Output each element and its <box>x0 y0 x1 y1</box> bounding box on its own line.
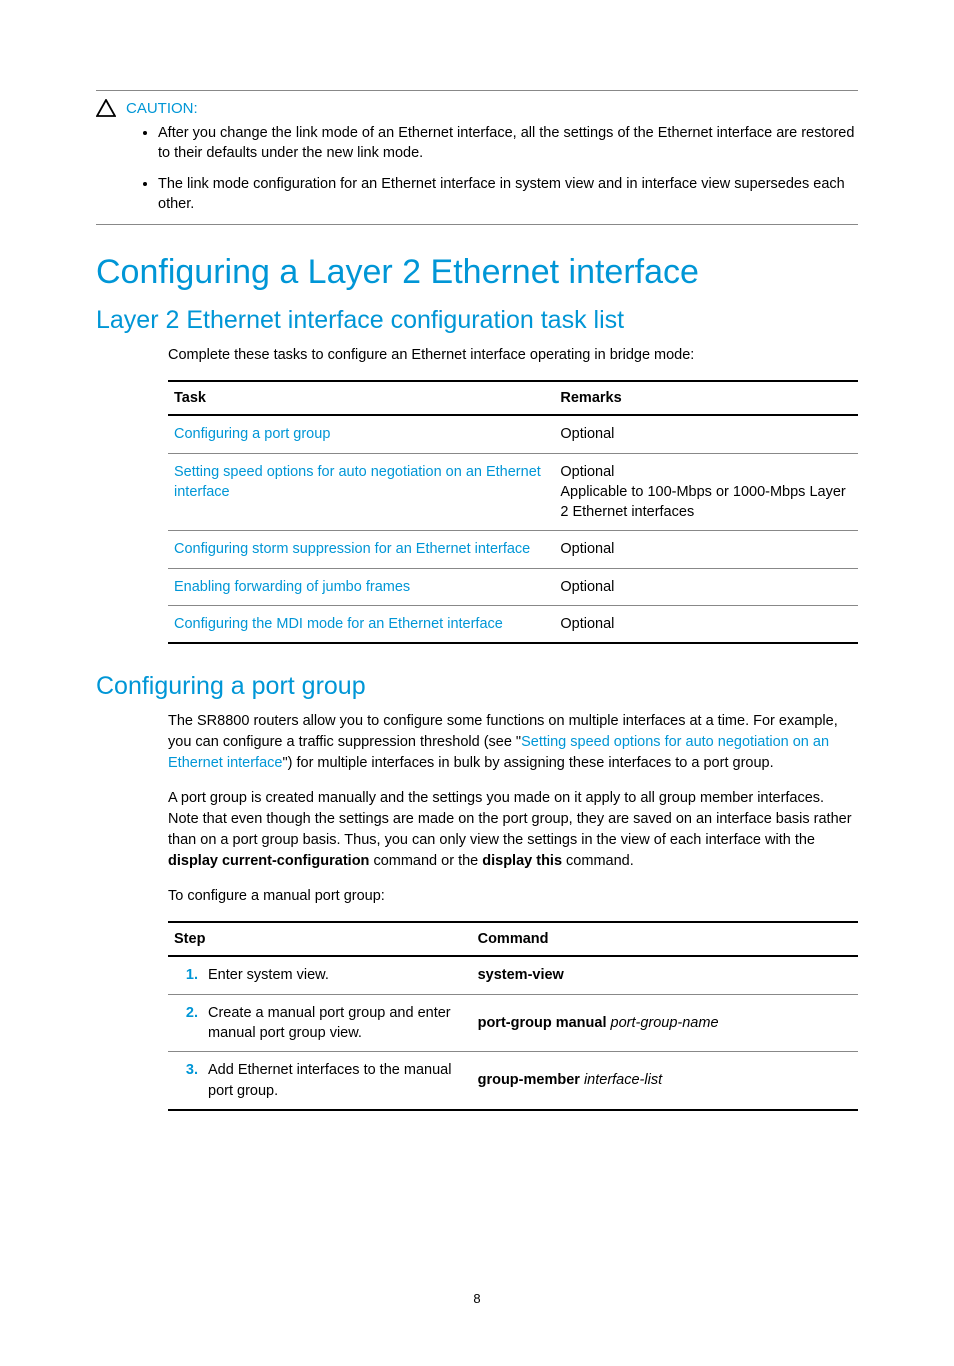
command-name: display current-configuration <box>168 853 369 869</box>
task-header: Task <box>168 381 554 415</box>
step-number: 1. <box>174 965 208 985</box>
step-header: Step <box>168 922 472 956</box>
command-header: Command <box>472 922 858 956</box>
step-table: Step Command 1. Enter system view. syste… <box>168 921 858 1110</box>
command-arg: port-group-name <box>611 1015 719 1031</box>
command-cell: port-group manual port-group-name <box>472 994 858 1052</box>
command-cell: group-member interface-list <box>472 1052 858 1110</box>
task-table: Task Remarks Configuring a port group Op… <box>168 380 858 644</box>
portgroup-para-2: A port group is created manually and the… <box>168 788 858 872</box>
text: ") for multiple interfaces in bulk by as… <box>282 755 773 771</box>
caution-bullet-2: The link mode configuration for an Ether… <box>158 174 858 215</box>
table-row: Configuring a port group Optional <box>168 415 858 453</box>
table-row: 1. Enter system view. system-view <box>168 956 858 994</box>
task-link[interactable]: Setting speed options for auto negotiati… <box>168 453 554 531</box>
remarks-header: Remarks <box>554 381 858 415</box>
step-cell: 3. Add Ethernet interfaces to the manual… <box>168 1052 472 1110</box>
command-arg: interface-list <box>584 1072 662 1088</box>
caution-bullets: After you change the link mode of an Eth… <box>158 123 858 214</box>
section-title-portgroup: Configuring a port group <box>96 672 858 701</box>
task-link[interactable]: Configuring a port group <box>168 415 554 453</box>
portgroup-para-1: The SR8800 routers allow you to configur… <box>168 711 858 774</box>
task-link[interactable]: Configuring storm suppression for an Eth… <box>168 531 554 568</box>
task-link[interactable]: Configuring the MDI mode for an Ethernet… <box>168 605 554 643</box>
task-remark: Optional <box>554 415 858 453</box>
table-row: Setting speed options for auto negotiati… <box>168 453 858 531</box>
text: A port group is created manually and the… <box>168 790 852 848</box>
page-number: 8 <box>96 1291 858 1306</box>
task-remark: Optional <box>554 605 858 643</box>
caution-bullet-1: After you change the link mode of an Eth… <box>158 123 858 164</box>
caution-label: CAUTION: <box>126 100 198 117</box>
text: command. <box>562 853 634 869</box>
section-title-tasklist: Layer 2 Ethernet interface configuration… <box>96 306 858 335</box>
table-row: Configuring storm suppression for an Eth… <box>168 531 858 568</box>
step-text: Enter system view. <box>208 965 466 985</box>
task-remark: Optional <box>554 531 858 568</box>
task-link[interactable]: Enabling forwarding of jumbo frames <box>168 568 554 605</box>
step-number: 3. <box>174 1060 208 1101</box>
text: command or the <box>369 853 482 869</box>
command-bold: system-view <box>478 967 564 983</box>
step-cell: 1. Enter system view. <box>168 956 472 994</box>
command-name: display this <box>482 853 562 869</box>
task-remark: Optional <box>554 568 858 605</box>
command-bold: port-group manual <box>478 1015 611 1031</box>
command-cell: system-view <box>472 956 858 994</box>
intro-paragraph: Complete these tasks to configure an Eth… <box>168 345 858 366</box>
step-text: Create a manual port group and enter man… <box>208 1003 466 1044</box>
table-row: Enabling forwarding of jumbo frames Opti… <box>168 568 858 605</box>
table-row: 3. Add Ethernet interfaces to the manual… <box>168 1052 858 1110</box>
task-remark: Optional Applicable to 100-Mbps or 1000-… <box>554 453 858 531</box>
caution-icon <box>96 99 116 117</box>
step-cell: 2. Create a manual port group and enter … <box>168 994 472 1052</box>
step-text: Add Ethernet interfaces to the manual po… <box>208 1060 466 1101</box>
step-number: 2. <box>174 1003 208 1044</box>
page-title: Configuring a Layer 2 Ethernet interface <box>96 253 858 292</box>
command-bold: group-member <box>478 1072 584 1088</box>
table-row: Configuring the MDI mode for an Ethernet… <box>168 605 858 643</box>
portgroup-para-3: To configure a manual port group: <box>168 886 858 907</box>
table-row: 2. Create a manual port group and enter … <box>168 994 858 1052</box>
caution-box: CAUTION: After you change the link mode … <box>96 90 858 225</box>
